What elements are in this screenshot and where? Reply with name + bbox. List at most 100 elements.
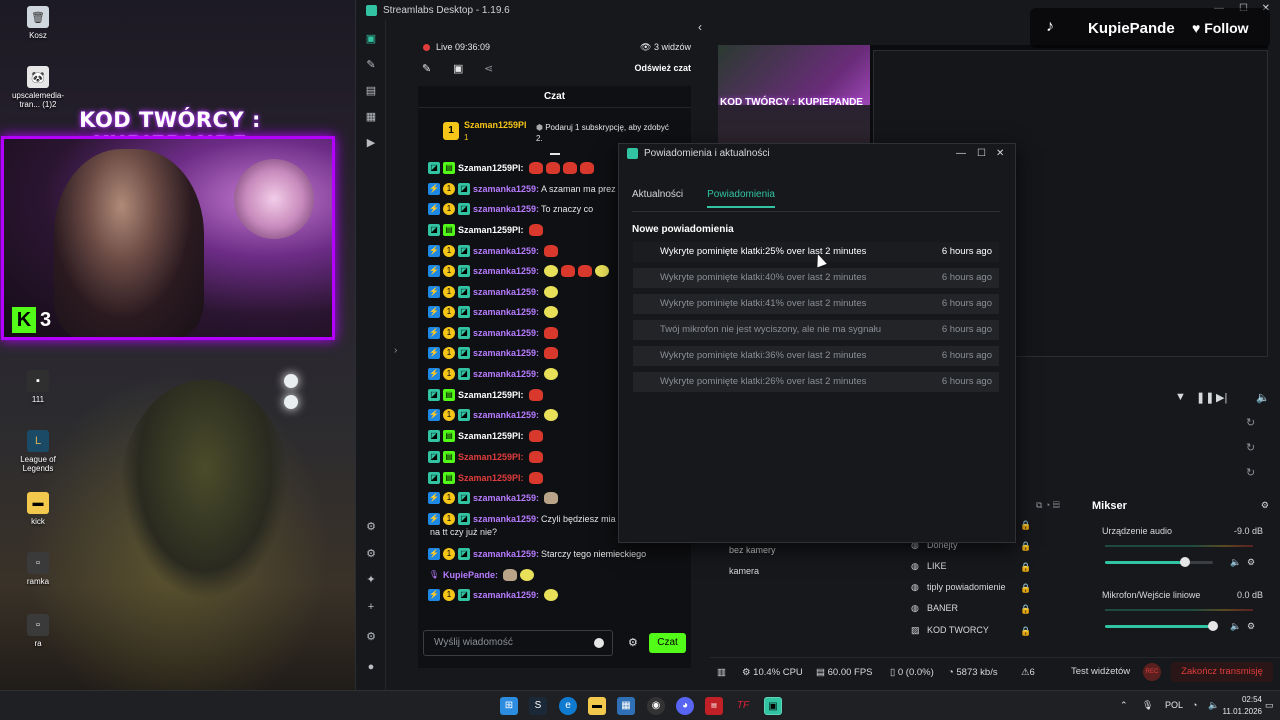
chat-username[interactable]: szamanka1259:	[473, 369, 539, 379]
nav-tools-icon[interactable]: ⚙	[364, 520, 378, 534]
chat-username[interactable]: szamanka1259:	[473, 246, 539, 256]
chat-username[interactable]: szamanka1259:	[473, 266, 539, 276]
reset-icon[interactable]: ↻	[1246, 416, 1255, 429]
refresh-chat-button[interactable]: Odśwież czat	[634, 63, 691, 73]
stats-icon[interactable]: ▥	[717, 667, 726, 678]
nav-store-icon[interactable]: ▤	[364, 84, 378, 98]
volume-knob[interactable]	[1208, 621, 1218, 631]
record-button[interactable]: REC	[1143, 663, 1161, 681]
filter-icon[interactable]: ▼	[1175, 391, 1186, 403]
collapse-chevron-icon[interactable]: ‹	[698, 20, 702, 34]
tiktok-follow-button[interactable]: ♥ Follow	[1192, 20, 1249, 36]
speaker-icon[interactable]: 🔈	[1230, 557, 1241, 568]
scroll-anchor-icon[interactable]	[550, 153, 560, 155]
minimize-icon[interactable]: —	[956, 148, 966, 159]
emoji-icon[interactable]	[594, 638, 604, 648]
chat-username[interactable]: szamanka1259:	[473, 184, 539, 194]
notification-item[interactable]: Twój mikrofon nie jest wyciszony, ale ni…	[633, 320, 999, 340]
microphone-icon[interactable]: 🎙	[1142, 700, 1153, 711]
app-icon[interactable]: TF	[734, 697, 752, 715]
scene-item[interactable]: bez kamery	[729, 545, 776, 555]
chat-username[interactable]: szamanka1259:	[473, 514, 539, 524]
reset-icon[interactable]: ↻	[1246, 466, 1255, 479]
discord-icon[interactable]: ◕	[676, 697, 694, 715]
nav-settings-icon[interactable]: ⚙	[364, 547, 378, 561]
share-icon[interactable]: ⋖	[484, 62, 493, 75]
lock-icon[interactable]: 🔒	[1020, 626, 1031, 637]
warnings-stat[interactable]: ⚠6	[1021, 667, 1035, 678]
chat-username[interactable]: szamanka1259:	[473, 328, 539, 338]
chat-username[interactable]: Szaman1259Pl:	[458, 390, 524, 400]
source-tools-icon[interactable]: ⧉ ◔ ▤	[1036, 500, 1060, 511]
lock-icon[interactable]: 🔒	[1020, 583, 1031, 594]
chat-username[interactable]: szamanka1259:	[473, 348, 539, 358]
tray-chevron-icon[interactable]: ⌃	[1120, 700, 1128, 711]
scene-item[interactable]: kamera	[729, 566, 759, 576]
volume-icon[interactable]: 🔈	[1256, 391, 1270, 404]
nav-gear-icon[interactable]: ⚙	[364, 630, 378, 644]
channel-settings-icon[interactable]: ⚙	[1247, 621, 1255, 632]
nav-editor-icon[interactable]: ▣	[364, 32, 378, 46]
desktop-icon-ra[interactable]: ▫ ra	[8, 614, 68, 648]
chat-settings-icon[interactable]: ⚙	[628, 636, 638, 649]
streamlabs-taskbar-icon[interactable]: ▣	[764, 697, 782, 715]
notification-item[interactable]: Wykryte pominięte klatki:26% over last 2…	[633, 372, 999, 392]
source-item[interactable]: ▨ KOD TWORCY	[911, 625, 989, 635]
notification-item[interactable]: Wykryte pominięte klatki:36% over last 2…	[633, 346, 999, 366]
speaker-icon[interactable]: 🔈	[1208, 700, 1219, 711]
pause-icon[interactable]: ❚❚	[1196, 391, 1214, 404]
chat-username[interactable]: szamanka1259:	[473, 410, 539, 420]
chat-username[interactable]: Szaman1259Pl:	[458, 452, 524, 462]
file-explorer-icon[interactable]: ▬	[588, 697, 606, 715]
clock[interactable]: 02:54 11.01.2026	[1222, 694, 1262, 718]
chat-username[interactable]: Szaman1259Pl:	[458, 473, 524, 483]
chat-username[interactable]: KupiePande:	[443, 570, 498, 580]
test-widgets-button[interactable]: Test widżetów	[1071, 666, 1130, 677]
popout-icon[interactable]: ▣	[453, 62, 463, 75]
close-icon[interactable]: ✕	[996, 148, 1004, 159]
chat-username[interactable]: Szaman1259Pl:	[458, 163, 524, 173]
language-indicator[interactable]: POL	[1165, 700, 1183, 710]
chat-username[interactable]: szamanka1259:	[473, 287, 539, 297]
lock-icon[interactable]: 🔒	[1020, 520, 1031, 531]
expand-chevron-icon[interactable]: ›	[394, 345, 397, 356]
volume-slider[interactable]	[1105, 621, 1218, 631]
chat-username[interactable]: Szaman1259Pl:	[458, 431, 524, 441]
chat-send-button[interactable]: Czat	[649, 633, 686, 653]
obs-icon[interactable]: ◉	[647, 697, 665, 715]
steam-icon[interactable]: S	[529, 697, 547, 715]
app-icon[interactable]: ▤	[705, 697, 723, 715]
maximize-icon[interactable]: ☐	[977, 148, 986, 159]
nav-themes-icon[interactable]: ✎	[364, 58, 378, 72]
start-icon[interactable]: ⊞	[500, 697, 518, 715]
desktop-icon-111[interactable]: ▪ 111	[8, 370, 68, 404]
app-icon[interactable]: ▦	[617, 697, 635, 715]
nav-apps-icon[interactable]: ▦	[364, 110, 378, 124]
network-icon[interactable]: ◔	[1192, 700, 1197, 710]
chat-username[interactable]: Szaman1259Pl:	[458, 225, 524, 235]
notification-item[interactable]: Wykryte pominięte klatki:41% over last 2…	[633, 294, 999, 314]
nav-play-icon[interactable]: ▶	[364, 136, 378, 150]
source-item[interactable]: ◍ tiply powiadomienie	[911, 582, 1006, 592]
volume-knob[interactable]	[1179, 557, 1190, 567]
chat-message-input[interactable]: Wyślij wiadomość	[423, 630, 613, 656]
volume-slider[interactable]	[1105, 557, 1213, 567]
edge-icon[interactable]: e	[559, 697, 577, 715]
chat-username[interactable]: szamanka1259:	[473, 549, 539, 559]
nav-add-icon[interactable]: +	[364, 600, 378, 614]
chat-username[interactable]: szamanka1259:	[473, 493, 539, 503]
source-item[interactable]: ◍ BANER	[911, 603, 958, 613]
tab-powiadomienia[interactable]: Powiadomienia	[707, 189, 775, 208]
lock-icon[interactable]: 🔒	[1020, 541, 1031, 552]
channel-settings-icon[interactable]: ⚙	[1247, 557, 1255, 568]
desktop-icon-recycle-bin[interactable]: 🗑 Kosz	[8, 6, 68, 40]
next-icon[interactable]: ▶|	[1216, 391, 1227, 404]
reset-icon[interactable]: ↻	[1246, 441, 1255, 454]
source-item[interactable]: ◍ LIKE	[911, 561, 947, 571]
lock-icon[interactable]: 🔒	[1020, 562, 1031, 573]
desktop-icon-image[interactable]: 🐼 upscalemedia-tran... (1)2	[8, 66, 68, 109]
chat-username[interactable]: szamanka1259:	[473, 590, 539, 600]
tab-aktualnosci[interactable]: Aktualności	[632, 189, 683, 208]
desktop-icon-kick[interactable]: ▬ kick	[8, 492, 68, 526]
chat-username[interactable]: szamanka1259:	[473, 204, 539, 214]
